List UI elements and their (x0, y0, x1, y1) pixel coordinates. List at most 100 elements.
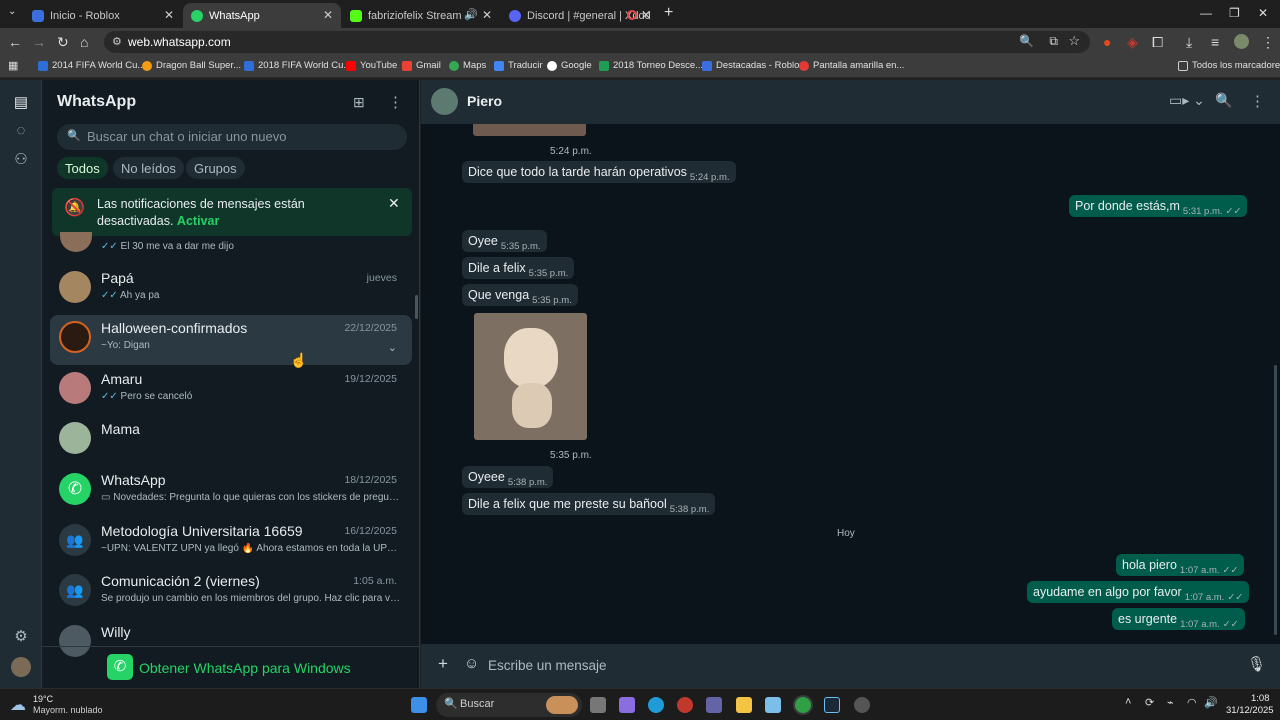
chat-row-comunicacion[interactable]: 👥 Comunicación 2 (viernes) Se produjo un… (50, 568, 412, 618)
browser-menu-icon[interactable]: ⋮ (1261, 34, 1275, 51)
tab-whatsapp[interactable]: WhatsApp ✕ (183, 3, 341, 28)
chat-row-papa[interactable]: Papá ✓✓ Ah ya pa jueves (50, 265, 412, 315)
tab-roblox[interactable]: Inicio - Roblox ✕ (24, 3, 182, 28)
volume-icon[interactable]: 🔊 (1204, 696, 1218, 709)
back-icon[interactable]: ← (8, 34, 22, 50)
sync-icon[interactable]: ⟳ (1145, 696, 1154, 709)
audio-playing-icon[interactable]: 🔊 (464, 8, 478, 21)
extensions-puzzle-icon[interactable]: ⧠ (1152, 34, 1163, 51)
bookmark-item[interactable]: Google (547, 60, 592, 71)
new-tab-button[interactable]: + (664, 4, 673, 22)
profile-avatar[interactable] (1234, 34, 1249, 49)
reload-icon[interactable]: ↻ (57, 34, 69, 51)
bookmark-item[interactable]: YouTube (346, 60, 397, 71)
tab-close-icon[interactable]: ✕ (482, 8, 492, 22)
app-icon[interactable] (854, 697, 870, 713)
menu-icon[interactable]: ⋮ (1250, 92, 1265, 110)
tab-close-icon[interactable]: ✕ (164, 8, 174, 22)
apps-grid-icon[interactable]: ▦ (8, 59, 18, 72)
extension-shield-icon[interactable]: ◈ (1127, 34, 1138, 51)
activate-link[interactable]: Activar (177, 214, 219, 228)
new-chat-icon[interactable]: ⊞ (353, 94, 365, 111)
filter-no-leidos[interactable]: No leídos (113, 157, 184, 179)
home-icon[interactable]: ⌂ (80, 34, 88, 50)
steam-icon[interactable] (824, 697, 840, 713)
menu-icon[interactable]: ⋮ (388, 93, 403, 111)
bookmark-item[interactable]: Pantalla amarilla en... (799, 60, 904, 71)
chats-icon[interactable]: ▤ (11, 93, 31, 113)
clock-time[interactable]: 1:08 (1251, 693, 1270, 704)
teams-icon[interactable] (706, 697, 722, 713)
search-input[interactable]: 🔍 Buscar un chat o iniciar uno nuevo (57, 124, 407, 150)
install-app-icon[interactable]: ⧉ (1049, 34, 1058, 49)
bookmark-item[interactable]: Dragon Ball Super... (142, 60, 241, 71)
sticker-image[interactable] (474, 313, 587, 440)
user-avatar[interactable] (11, 657, 31, 677)
restore-icon[interactable]: ❐ (1229, 6, 1240, 20)
bookmark-item[interactable]: 2014 FIFA World Cu... (38, 60, 145, 71)
chrome-icon[interactable] (795, 697, 811, 713)
edge-icon[interactable] (648, 697, 664, 713)
minimize-icon[interactable]: — (1200, 6, 1212, 20)
search-icon[interactable]: 🔍 (1215, 92, 1232, 109)
chevron-up-icon[interactable]: ˄ (1125, 696, 1131, 708)
bookmark-item[interactable]: Gmail (402, 60, 441, 71)
forward-icon[interactable]: → (32, 34, 46, 50)
bookmark-item[interactable]: Traducir (494, 60, 543, 71)
media-control-icon[interactable]: ≡ (1211, 34, 1219, 50)
tab-close-icon[interactable]: ✕ (323, 8, 333, 22)
bookmark-star-icon[interactable]: ☆ (1068, 33, 1080, 49)
communities-icon[interactable]: ⚇ (11, 150, 31, 170)
all-bookmarks[interactable]: Todos los marcadores (1178, 60, 1280, 71)
contact-avatar[interactable] (431, 88, 458, 115)
weather-icon[interactable]: ☁ (10, 695, 26, 715)
image-message[interactable] (473, 124, 586, 136)
tab-list-chevron-icon[interactable]: ⌄ (8, 6, 16, 17)
notepad-icon[interactable] (765, 697, 781, 713)
usb-icon[interactable]: ⌁ (1167, 696, 1174, 709)
start-icon[interactable] (411, 697, 427, 713)
scrollbar-thumb[interactable] (1274, 365, 1277, 635)
chevron-down-icon[interactable]: ⌄ (388, 341, 397, 354)
task-view-icon[interactable] (590, 697, 606, 713)
clock-date[interactable]: 31/12/2025 (1226, 705, 1274, 716)
zoom-icon[interactable]: 🔍 (1019, 34, 1034, 48)
filter-grupos[interactable]: Grupos (186, 157, 245, 179)
chat-row-metodologia[interactable]: 👥 Metodología Universitaria 16659 ~UPN: … (50, 518, 412, 568)
chat-row-halloween[interactable]: Halloween-confirmados ~Yo: Digan 22/12/2… (50, 315, 412, 365)
chat-row-amaru[interactable]: Amaru ✓✓ Pero se canceló 19/12/2025 (50, 366, 412, 416)
tab-close-icon[interactable]: ✕ (641, 8, 651, 22)
copilot-icon[interactable] (619, 697, 635, 713)
bookmark-item[interactable]: 2018 FIFA World Cu... (244, 60, 351, 71)
address-bar[interactable]: ⚙ web.whatsapp.com 🔍 ⧉ ☆ (104, 31, 1090, 53)
message-input[interactable]: Escribe un mensaje (488, 658, 607, 673)
get-app-banner[interactable]: ✆ Obtener WhatsApp para Windows (42, 646, 419, 688)
chat-row-whatsapp[interactable]: ✆ WhatsApp ▭ Novedades: Pregunta lo que … (50, 467, 412, 517)
taskbar-search[interactable]: 🔍 Buscar (436, 693, 582, 717)
wifi-icon[interactable]: ◠ (1187, 696, 1197, 709)
file-explorer-icon[interactable] (736, 697, 752, 713)
video-call-icon[interactable]: ▭▸ ⌄ (1169, 92, 1205, 109)
settings-icon[interactable]: ⚙ (11, 627, 31, 647)
bookmark-item[interactable]: 2018 Torneo Desce... (599, 60, 703, 71)
chat-row-mama[interactable]: Mama (50, 416, 412, 466)
filter-todos[interactable]: Todos (57, 157, 108, 179)
status-icon[interactable]: ◌ (11, 122, 31, 142)
sticker-icon[interactable]: ☺ (464, 655, 479, 672)
bookmark-item[interactable]: Destacadas - Roblox (702, 60, 804, 71)
extension-flame-icon[interactable]: ● (1103, 34, 1111, 50)
tab-kick-stream[interactable]: fabriziofelix Stream - Watch 🔊 ✕ (342, 3, 500, 28)
microphone-icon[interactable]: 🎙 (1247, 655, 1266, 673)
weather-temp[interactable]: 19°C (33, 694, 53, 704)
app-icon[interactable] (677, 697, 693, 713)
close-icon[interactable]: ✕ (388, 195, 400, 212)
close-window-icon[interactable]: ✕ (1258, 6, 1268, 20)
attach-plus-icon[interactable]: + (438, 654, 448, 674)
tab-discord[interactable]: Discord | #general | Xddd ✕ (501, 3, 659, 28)
bookmark-item[interactable]: Maps (449, 60, 486, 71)
downloads-icon[interactable]: ⤓ (1186, 34, 1192, 51)
site-info-icon[interactable]: ⚙ (112, 35, 122, 48)
weather-desc[interactable]: Mayorm. nublado (33, 705, 103, 715)
scrollbar-thumb[interactable] (415, 295, 418, 319)
get-app-link[interactable]: Obtener WhatsApp para Windows (139, 660, 351, 676)
